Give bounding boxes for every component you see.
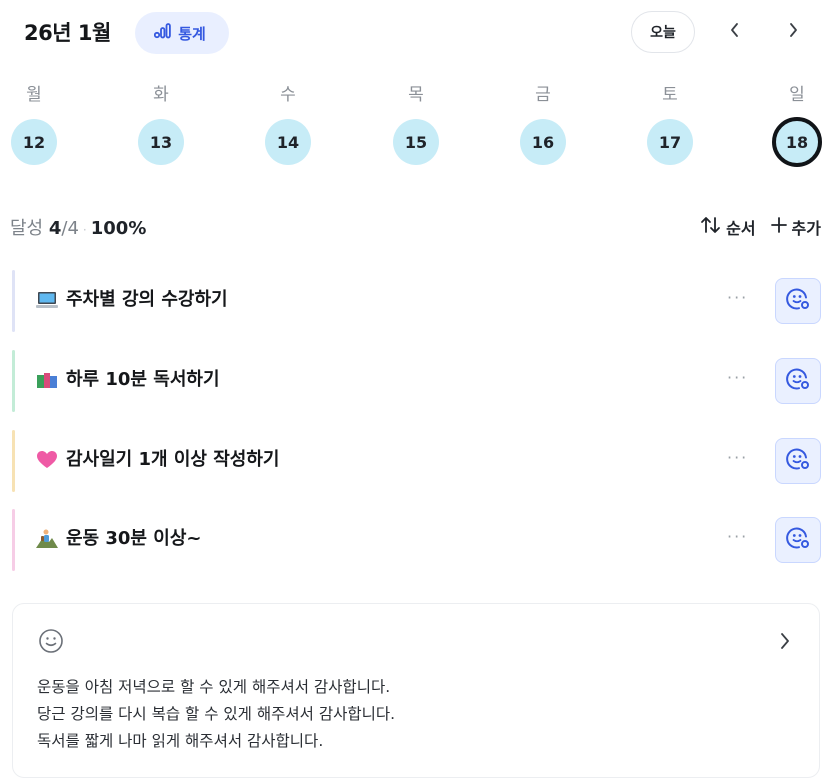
bar-chart-icon bbox=[154, 23, 172, 43]
sort-button[interactable]: 순서 bbox=[700, 216, 756, 242]
day-13[interactable]: 13 bbox=[138, 119, 184, 165]
achievement-percent: 100% bbox=[90, 218, 147, 239]
weekday-wed: 수 bbox=[280, 85, 296, 105]
list-actions: 순서 추가 bbox=[700, 216, 821, 242]
gratitude-journal-card[interactable]: 운동을 아침 저녁으로 할 수 있게 해주셔서 감사합니다. 당근 강의를 다시… bbox=[12, 603, 820, 778]
reaction-button[interactable] bbox=[775, 438, 821, 484]
plus-icon bbox=[770, 216, 788, 242]
add-label: 추가 bbox=[791, 219, 821, 238]
weekday-fri: 금 bbox=[535, 85, 551, 105]
weekday-sat: 토 bbox=[662, 85, 678, 105]
task-title: 감사일기 1개 이상 작성하기 bbox=[66, 449, 280, 470]
more-icon[interactable]: ··· bbox=[727, 288, 748, 307]
books-emoji-icon bbox=[36, 369, 58, 391]
weekday-mon: 월 bbox=[26, 85, 42, 105]
task-item[interactable]: 하루 10분 독서하기 ··· bbox=[12, 350, 822, 412]
task-color-bar bbox=[12, 430, 15, 492]
add-reaction-icon bbox=[784, 285, 812, 317]
next-week-button[interactable] bbox=[779, 18, 807, 46]
gratitude-line: 운동을 아침 저녁으로 할 수 있게 해주셔서 감사합니다. bbox=[37, 678, 391, 696]
add-reaction-icon bbox=[784, 365, 812, 397]
reaction-button[interactable] bbox=[775, 517, 821, 563]
day-15[interactable]: 15 bbox=[393, 119, 439, 165]
day-14[interactable]: 14 bbox=[265, 119, 311, 165]
gratitude-line: 당근 강의를 다시 복습 할 수 있게 해주셔서 감사합니다. bbox=[37, 705, 396, 723]
summary-separator: · bbox=[82, 223, 87, 237]
chevron-left-icon bbox=[729, 22, 741, 42]
add-reaction-icon bbox=[784, 524, 812, 556]
task-item[interactable]: 감사일기 1개 이상 작성하기 ··· bbox=[12, 430, 822, 492]
laptop-emoji-icon bbox=[36, 289, 58, 311]
achievement-label: 달성 bbox=[10, 218, 44, 239]
weekday-tue: 화 bbox=[153, 85, 169, 105]
month-title: 26년 1월 bbox=[24, 21, 111, 45]
today-button[interactable]: 오늘 bbox=[631, 11, 695, 53]
chevron-right-icon[interactable] bbox=[779, 632, 791, 654]
heart-emoji-icon bbox=[36, 449, 58, 471]
add-reaction-icon bbox=[784, 445, 812, 477]
task-title: 주차별 강의 수강하기 bbox=[66, 289, 228, 310]
more-icon[interactable]: ··· bbox=[727, 448, 748, 467]
day-18-selected[interactable]: 18 bbox=[772, 117, 822, 167]
achievement-summary: 달성 4/4 · 100% bbox=[10, 216, 146, 243]
stats-label: 통계 bbox=[178, 24, 206, 43]
smile-icon bbox=[38, 628, 64, 658]
task-item[interactable]: 주차별 강의 수강하기 ··· bbox=[12, 270, 822, 332]
day-12[interactable]: 12 bbox=[11, 119, 57, 165]
task-color-bar bbox=[12, 509, 15, 571]
achievement-total: /4 bbox=[61, 218, 79, 239]
reaction-button[interactable] bbox=[775, 358, 821, 404]
reaction-button[interactable] bbox=[775, 278, 821, 324]
stats-button[interactable]: 통계 bbox=[135, 12, 229, 54]
task-item[interactable]: 운동 30분 이상~ ··· bbox=[12, 509, 822, 571]
prev-week-button[interactable] bbox=[721, 18, 749, 46]
more-icon[interactable]: ··· bbox=[727, 527, 748, 546]
achievement-done: 4 bbox=[48, 218, 62, 239]
weekday-thu: 목 bbox=[408, 85, 424, 105]
day-16[interactable]: 16 bbox=[520, 119, 566, 165]
task-color-bar bbox=[12, 270, 15, 332]
hiker-emoji-icon bbox=[36, 528, 58, 550]
chevron-right-icon bbox=[787, 22, 799, 42]
weekday-sun: 일 bbox=[789, 85, 805, 105]
task-color-bar bbox=[12, 350, 15, 412]
gratitude-line: 독서를 짧게 나마 읽게 해주셔서 감사합니다. bbox=[37, 732, 324, 750]
sort-label: 순서 bbox=[726, 219, 756, 238]
more-icon[interactable]: ··· bbox=[727, 368, 748, 387]
sort-arrows-icon bbox=[700, 216, 722, 242]
task-title: 운동 30분 이상~ bbox=[66, 528, 202, 549]
day-17[interactable]: 17 bbox=[647, 119, 693, 165]
add-button[interactable]: 추가 bbox=[770, 216, 821, 242]
task-title: 하루 10분 독서하기 bbox=[66, 369, 220, 390]
